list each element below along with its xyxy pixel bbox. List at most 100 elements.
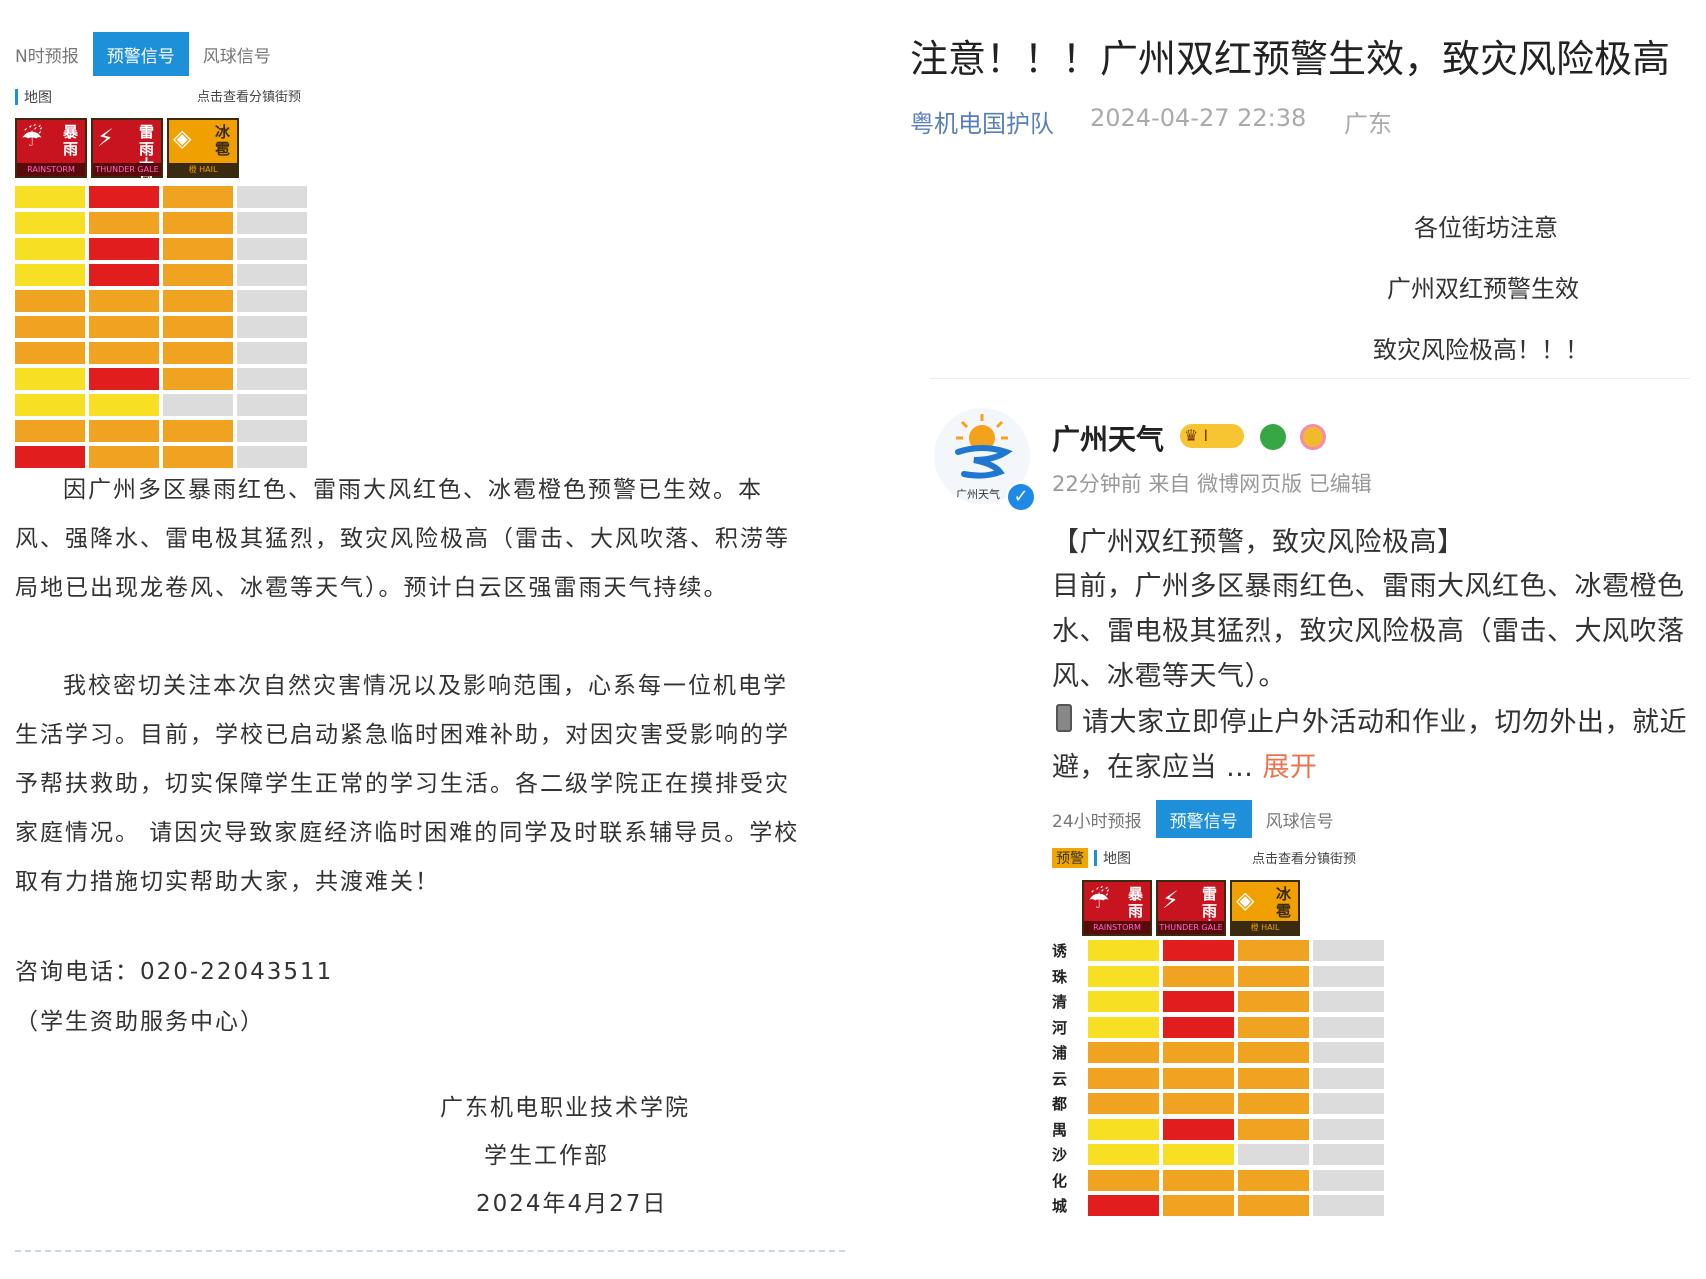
warning-cell-red [1163,940,1234,961]
view-switch: 预警 地图 [1052,848,1131,868]
district-warning-link[interactable]: 点击查看分镇街预 [197,86,301,105]
warning-cell-gray [1313,1118,1384,1140]
weibo-line-4: 风、冰雹等天气）。 [1052,661,1286,692]
warning-cell-orange [89,342,159,364]
warning-cell-gray [1313,940,1384,961]
text-line: 予帮扶救助，切实保障学生正常的学习生活。各二级学院正在摸排受灾 [15,771,790,797]
warning-cell-orange [1088,1042,1159,1063]
center-line-1: 各位街坊注意 [1414,214,1558,242]
warning-cell-red [15,446,85,468]
verified-badge-icon: ✓ [1006,482,1036,512]
warning-grid-row [1088,1093,1388,1114]
consult-phone: 咨询电话：020-22043511 [15,959,334,985]
district-warning-link[interactable]: 点击查看分镇街预 [1252,848,1356,867]
expand-link[interactable]: 展开 [1262,752,1317,783]
warning-cell-orange [1163,1042,1234,1063]
district-label: 珠 [1052,967,1068,986]
district-label: 云 [1052,1069,1068,1088]
warning-grid-row [15,368,311,390]
publish-datetime: 2024-04-27 22:38 [1090,104,1307,132]
warning-cell-gray [237,264,307,286]
warning-cell-orange [1163,1169,1234,1191]
warning-glyph: ⚡ [1162,886,1179,914]
weibo-post-meta: 22分钟前 来自 微博网页版 已编辑 [1052,472,1372,496]
weibo-line-3: 水、雷电极其猛烈，致灾风险极高（雷击、大风吹落 [1052,616,1685,647]
warning-cell-yellow [1088,1016,1159,1038]
map-view-link[interactable]: 地图 [1103,848,1131,868]
author-link[interactable]: 粤机电国护队 [910,104,1054,139]
warning-grid-row [15,316,311,338]
warning-cell-orange [89,316,159,338]
tab-warning-signal[interactable]: 预警信号 [1155,800,1252,838]
signature-department: 学生工作部 [484,1143,609,1169]
warning-cell-gray [237,420,307,442]
right-warning-widget: 24小时预报 预警信号 风球信号 预警 地图 点击查看分镇街预 ☔ 暴雨 RAINS… [1052,800,1384,1225]
divider [1094,850,1097,866]
warning-cell-yellow [15,212,85,234]
weibo-line-2: 目前，广州多区暴雨红色、雷雨大风红色、冰雹橙色 [1052,571,1685,602]
warning-caption: THUNDER GALE [93,163,161,176]
signature-organization: 广东机电职业技术学院 [440,1095,690,1121]
warning-cell-gray [163,394,233,416]
warning-grid-row [1088,1195,1388,1216]
warning-grid-row [15,446,311,468]
warning-grid-row [15,394,311,416]
text-line: 取有力措施切实帮助大家，共渡难关！ [15,869,440,895]
warning-cell-orange [89,212,159,234]
warning-glyph: ⚡ [97,124,114,152]
warning-cell-red [89,186,159,208]
weibo-line-1: 【广州双红预警，致灾风险极高】 [1052,527,1465,558]
avatar-caption: 广州天气 [956,488,1000,501]
warning-grid-row [15,290,311,312]
warning-cell-orange [1238,991,1309,1012]
text-line: 我校密切关注本次自然灾害情况以及影响范围，心系每一位机电学 [63,673,788,699]
warning-cell-orange [163,342,233,364]
dashed-divider [15,1250,845,1252]
weibo-account-name[interactable]: 广州天气 [1052,418,1164,458]
warning-cell-orange [1238,1195,1309,1216]
warning-view-tab[interactable]: 预警 [1052,848,1088,868]
warning-cell-yellow [1088,940,1159,961]
warning-cell-yellow [1088,965,1159,987]
warning-grid-row [15,238,311,260]
warning-cell-orange [15,290,85,312]
warning-cell-yellow [1088,991,1159,1012]
warning-cell-gray [237,446,307,468]
warning-cell-gray [237,316,307,338]
warning-cell-orange [163,238,233,260]
warning-cell-orange [163,290,233,312]
tab-warning-signal[interactable]: 预警信号 [92,32,189,76]
map-view-link[interactable]: 地图 [24,87,52,107]
warning-cell-gray [237,212,307,234]
tab-24h-forecast[interactable]: 24小时预报 [1052,800,1156,838]
thunderstorm-gale-warning-icon[interactable]: ⚡雷雨大风THUNDER GALE [91,118,163,190]
text-line: 局地已出现龙卷风、冰雹等天气）。预计白云区强雷雨天气持续。 [15,575,729,601]
warning-cell-orange [1238,940,1309,961]
warning-cell-orange [1163,1067,1234,1089]
divider [15,89,18,105]
article-paragraph-2: 我校密切关注本次自然灾害情况以及影响范围，心系每一位机电学 生活学习。目前，学校… [15,662,845,907]
warning-cell-orange [1163,1093,1234,1114]
hail-warning-icon[interactable]: ◈ 冰雹橙 HAIL [1230,880,1300,936]
warning-text: 暴雨 [1128,885,1144,920]
warning-caption: THUNDER GALE [1158,921,1224,934]
rainstorm-warning-icon[interactable]: ☔ 暴雨 RAINSTORM [15,118,87,178]
tab-typhoon-signal[interactable]: 风球信号 [189,32,285,76]
thunderstorm-gale-warning-icon[interactable]: ⚡雷雨大风THUNDER GALE [1156,880,1226,952]
warning-text: 暴雨 [63,123,79,158]
warning-grid-row [1088,1118,1388,1140]
tab-typhoon-signal[interactable]: 风球信号 [1252,800,1348,838]
warning-cell-orange [1238,1093,1309,1114]
warning-caption: 橙 HAIL [169,163,237,176]
warning-cell-orange [163,316,233,338]
hail-warning-icon[interactable]: ◈ 冰雹橙 HAIL [167,118,239,178]
warning-caption: RAINSTORM [17,163,85,176]
district-label: 化 [1052,1171,1068,1190]
tab-forecast[interactable]: N时预报 [15,32,93,76]
rainstorm-warning-icon[interactable]: ☔ 暴雨 RAINSTORM [1082,880,1152,936]
warning-cell-yellow [1088,1118,1159,1140]
warning-cell-orange [1238,1118,1309,1140]
text-line: 因广州多区暴雨红色、雷雨大风红色、冰雹橙色预警已生效。本 [63,477,763,503]
warning-cell-gray [237,368,307,390]
warning-cell-red [89,368,159,390]
